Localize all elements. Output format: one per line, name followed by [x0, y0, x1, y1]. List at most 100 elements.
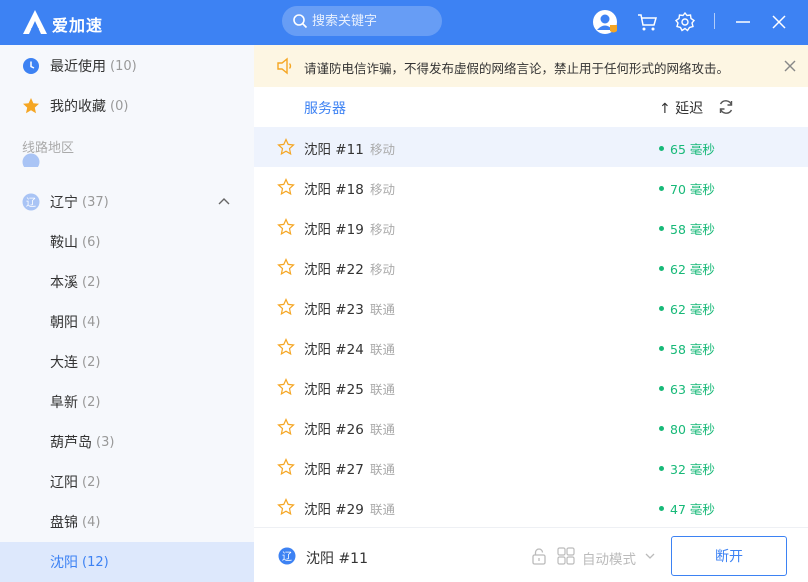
- favorite-star-icon[interactable]: [277, 458, 295, 476]
- province-badge-icon: 辽: [278, 547, 296, 565]
- server-row[interactable]: 沈阳 #29 联通 47 毫秒: [254, 487, 808, 527]
- sidebar-item-hidden-province[interactable]: [0, 141, 254, 167]
- mode-grid-icon: [557, 547, 575, 565]
- sidebar-item-city[interactable]: 大连 (2): [0, 342, 254, 382]
- app-brand: 爱加速: [52, 16, 104, 35]
- mode-selector[interactable]: 自动模式: [582, 548, 636, 568]
- chevron-down-icon[interactable]: [644, 550, 656, 562]
- server-row[interactable]: 沈阳 #18 移动 70 毫秒: [254, 167, 808, 207]
- sidebar-item-city[interactable]: 鞍山 (6): [0, 222, 254, 262]
- sidebar-item-label: 辽宁: [50, 195, 78, 211]
- sidebar-item-recent[interactable]: 最近使用 (10): [0, 46, 254, 86]
- user-avatar[interactable]: [592, 9, 618, 35]
- sidebar-item-label: 辽阳: [50, 475, 78, 491]
- gear-icon: [674, 11, 696, 32]
- cart-button[interactable]: [634, 9, 660, 35]
- minimize-button[interactable]: [730, 9, 756, 35]
- disconnect-button[interactable]: 断开: [671, 536, 787, 576]
- svg-text:辽: 辽: [26, 197, 36, 209]
- server-name: 沈阳 #11: [304, 142, 364, 158]
- sidebar-item-count: (37): [82, 194, 109, 210]
- close-window-button[interactable]: [766, 9, 792, 35]
- server-row[interactable]: 沈阳 #25 联通 63 毫秒: [254, 367, 808, 407]
- favorite-star-icon[interactable]: [277, 138, 295, 156]
- settings-button[interactable]: [672, 9, 698, 35]
- favorite-star-icon[interactable]: [277, 378, 295, 396]
- server-latency: 70 毫秒: [659, 179, 715, 198]
- user-avatar-icon: [593, 10, 617, 34]
- server-row[interactable]: 沈阳 #27 联通 32 毫秒: [254, 447, 808, 487]
- server-latency: 58 毫秒: [659, 339, 715, 358]
- server-name: 沈阳 #18: [304, 182, 364, 198]
- sidebar-item-city[interactable]: 阜新 (2): [0, 382, 254, 422]
- titlebar-divider: [714, 13, 715, 29]
- refresh-icon[interactable]: [717, 98, 735, 116]
- favorite-star-icon[interactable]: [277, 178, 295, 196]
- favorite-star-icon[interactable]: [277, 418, 295, 436]
- server-row[interactable]: 沈阳 #26 联通 80 毫秒: [254, 407, 808, 447]
- favorite-star-icon[interactable]: [277, 258, 295, 276]
- sidebar-item-city[interactable]: 葫芦岛 (3): [0, 422, 254, 462]
- server-latency: 62 毫秒: [659, 299, 715, 318]
- server-row[interactable]: 沈阳 #24 联通 58 毫秒: [254, 327, 808, 367]
- server-row[interactable]: 沈阳 #22 移动 62 毫秒: [254, 247, 808, 287]
- search-box[interactable]: [282, 6, 442, 36]
- sidebar-item-label: 鞍山: [50, 235, 78, 251]
- sidebar-item-count: (2): [82, 474, 101, 490]
- server-name: 沈阳 #26: [304, 422, 364, 438]
- sidebar-item-label: 沈阳: [50, 555, 78, 571]
- server-latency: 32 毫秒: [659, 459, 715, 478]
- sidebar-item-city[interactable]: 沈阳 (12): [0, 542, 254, 582]
- sidebar-item-label: 朝阳: [50, 315, 78, 331]
- favorite-star-icon[interactable]: [277, 298, 295, 316]
- title-bar: 爱加速: [0, 0, 808, 45]
- sidebar-item-favorites[interactable]: 我的收藏 (0): [0, 86, 254, 126]
- server-name: 沈阳 #22: [304, 262, 364, 278]
- sidebar-item-label: 我的收藏: [50, 99, 106, 115]
- sidebar-item-label: 阜新: [50, 395, 78, 411]
- sidebar-item-liaoning[interactable]: 辽 辽宁 (37): [0, 182, 254, 222]
- server-row[interactable]: 沈阳 #11 移动 65 毫秒: [254, 127, 808, 167]
- close-icon: [772, 15, 786, 29]
- sidebar-item-count: (6): [82, 234, 101, 250]
- sidebar-item-count: (2): [82, 394, 101, 410]
- sidebar: 最近使用 (10) 我的收藏 (0) 线路地区 辽 辽宁 (37) 鞍山 (6) 本…: [0, 45, 254, 582]
- sidebar-item-city[interactable]: 朝阳 (4): [0, 302, 254, 342]
- favorite-star-icon[interactable]: [277, 218, 295, 236]
- search-icon: [293, 14, 308, 29]
- sidebar-item-city[interactable]: 盘锦 (4): [0, 502, 254, 542]
- sidebar-item-count: (2): [82, 274, 101, 290]
- server-isp: 移动: [370, 142, 396, 157]
- server-list-header: 服务器 ↑ 延迟: [254, 87, 808, 127]
- warning-notice: 请谨防电信诈骗，不得发布虚假的网络言论，禁止用于任何形式的网络攻击。: [254, 45, 808, 87]
- favorite-star-icon[interactable]: [277, 338, 295, 356]
- sidebar-item-count: (12): [82, 554, 109, 570]
- app-logo-icon: [23, 10, 47, 34]
- server-isp: 联通: [370, 302, 396, 317]
- sidebar-item-label: 本溪: [50, 275, 78, 291]
- server-row[interactable]: 沈阳 #19 移动 58 毫秒: [254, 207, 808, 247]
- sidebar-item-count: (0): [110, 98, 129, 114]
- server-latency: 65 毫秒: [659, 139, 715, 158]
- close-notice-icon[interactable]: [782, 58, 798, 74]
- cart-icon: [638, 14, 657, 31]
- server-isp: 联通: [370, 462, 396, 477]
- sidebar-item-city[interactable]: 辽阳 (2): [0, 462, 254, 502]
- sidebar-item-count: (2): [82, 354, 101, 370]
- server-row[interactable]: 沈阳 #23 联通 62 毫秒: [254, 287, 808, 327]
- server-name: 沈阳 #27: [304, 462, 364, 478]
- server-name: 沈阳 #19: [304, 222, 364, 238]
- sidebar-item-count: (4): [82, 314, 101, 330]
- favorite-star-icon[interactable]: [277, 498, 295, 516]
- lock-icon[interactable]: [530, 547, 548, 565]
- server-isp: 联通: [370, 382, 396, 397]
- server-name: 沈阳 #29: [304, 502, 364, 518]
- sidebar-item-label: 最近使用: [50, 59, 106, 75]
- sidebar-item-label: 大连: [50, 355, 78, 371]
- search-input[interactable]: [312, 6, 437, 36]
- chevron-up-icon[interactable]: [218, 197, 230, 207]
- column-header-server[interactable]: 服务器: [304, 98, 346, 118]
- sidebar-item-city[interactable]: 本溪 (2): [0, 262, 254, 302]
- sort-by-latency-button[interactable]: ↑ 延迟: [659, 98, 703, 118]
- server-list: 沈阳 #11 移动 65 毫秒 沈阳 #18 移动 70 毫秒 沈阳 #19 移动 58 毫秒沈…: [254, 127, 808, 527]
